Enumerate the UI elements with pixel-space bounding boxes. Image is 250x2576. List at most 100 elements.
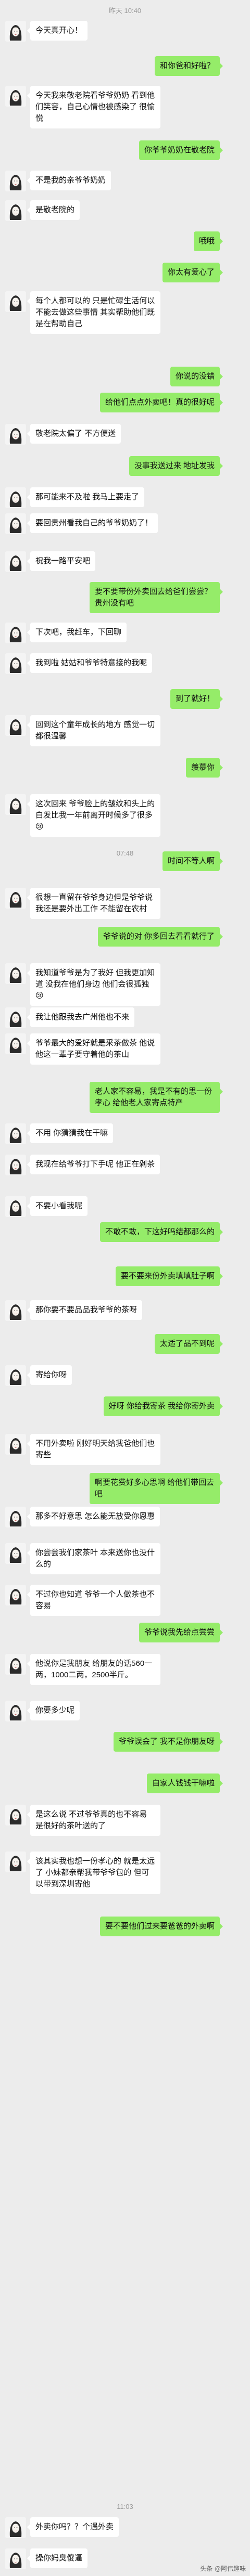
woman-sketch-icon [9,1304,22,1320]
incoming-message-bubble[interactable]: 我知道爷爷是为了我好 但我更加知道 没我在他们身边 他们会很孤独😢 [27,963,160,1006]
incoming-message-bubble[interactable]: 那多不好意思 怎么能无放受你恩惠 [27,1507,160,1526]
contact-avatar[interactable] [5,1155,26,1175]
outgoing-message-bubble[interactable]: 要不要来份外卖填填肚子啊 [115,1266,223,1286]
incoming-message-bubble[interactable]: 那可能来不及啦 我马上要走了 [27,487,145,507]
incoming-message-bubble[interactable]: 回到这个童年成长的地方 感觉一切都很温馨 [27,715,160,746]
incoming-message-bubble[interactable]: 不用外卖啦 刚好明天给我爸他们也寄些 [27,1434,160,1465]
incoming-message-bubble[interactable]: 我让他跟我去广州他也不来 [27,1007,135,1027]
outgoing-message-bubble[interactable]: 爷爷说我先给点尝尝 [139,1623,223,1642]
outgoing-message-bubble[interactable]: 你爷爷奶奶在敬老院 [139,140,223,160]
contact-avatar[interactable] [5,2548,26,2569]
contact-avatar[interactable] [5,86,26,107]
incoming-message-bubble[interactable]: 我现在给爷爷打下手呢 他正在剁茶 [27,1155,160,1174]
incoming-message-bubble[interactable]: 要回贵州看我自己的爷爷奶奶了！ [27,513,158,533]
contact-avatar[interactable] [5,2517,26,2538]
outgoing-message-bubble[interactable]: 你太有爱心了 [162,263,223,282]
outgoing-message-bubble[interactable]: 爷爷说的对 你多回去看看就行了 [97,927,223,947]
incoming-message-bubble[interactable]: 那你要不要品品我爷爷的茶呀 [27,1300,143,1320]
incoming-message-bubble[interactable]: 你要多少呢 [27,1701,80,1720]
contact-avatar[interactable] [5,1654,26,1675]
contact-avatar[interactable] [5,487,26,508]
outgoing-message-bubble[interactable]: 不敢不敢，下这好吗结都那么的 [99,1222,223,1242]
contact-avatar[interactable] [5,21,26,42]
incoming-message-bubble[interactable]: 下次吧，我赶车，下回聊 [27,623,127,642]
outgoing-message-bubble[interactable]: 爷爷误会了 我不是你朋友呀 [113,1732,223,1752]
incoming-message-bubble[interactable]: 操你妈臭傻逼 [27,2548,88,2568]
contact-avatar[interactable] [5,794,26,815]
outgoing-message-bubble[interactable]: 老人家不容易，我是不有的思一份孝心 给他老人家寄点特产 [90,1082,223,1113]
incoming-message-bubble[interactable]: 敬老院太偏了 不方便送 [27,424,121,444]
incoming-message-bubble[interactable]: 今天真开心！ [27,21,88,41]
woman-sketch-icon [9,1856,22,1871]
incoming-message-bubble[interactable]: 爷爷最大的爱好就是采茶做茶 他说他这一辈子要守着他的茶山 [27,1033,160,1065]
outgoing-message-bubble[interactable]: 好呀 你给我寄茶 我给你寄外卖 [103,1396,223,1416]
outgoing-message-bubble[interactable]: 到了就好！ [170,689,223,709]
outgoing-message-bubble[interactable]: 时间不等人啊 [162,851,223,871]
incoming-message-bubble[interactable]: 不过你也知道 爷爷一个人做茶也不容易 [27,1585,160,1616]
outgoing-message-bubble[interactable]: 没事我送过来 地址发我 [129,456,223,476]
woman-sketch-icon [9,1128,22,1143]
incoming-message-bubble[interactable]: 不用 你猜猜我在干嘛 [27,1123,114,1143]
contact-avatar[interactable] [5,171,26,191]
incoming-message-bubble[interactable]: 每个人都可以的 只是忙碌生活何以不能去做这些事情 其实帮助他们既是在帮助自己 [27,291,160,334]
incoming-message-bubble[interactable]: 今天我来敬老院看爷爷奶奶 看到他们笑容，自己心情也被感染了 很愉悦 [27,86,160,128]
contact-avatar[interactable] [5,1805,26,1826]
woman-sketch-icon [9,517,22,533]
incoming-message-bubble[interactable]: 寄给你呀 [27,1365,72,1385]
contact-avatar[interactable] [5,1365,26,1386]
contact-avatar[interactable] [5,623,26,643]
outgoing-message-bubble[interactable]: 自家人钱钱干嘛啦 [146,1774,223,1793]
contact-avatar[interactable] [5,291,26,312]
contact-avatar[interactable] [5,551,26,572]
contact-avatar[interactable] [5,1543,26,1564]
outgoing-message-bubble[interactable]: 哦哦 [193,231,223,251]
outgoing-message-bubble[interactable]: 要不要带份外卖回去给爸们尝尝？ 贵州没有吧 [90,582,223,613]
contact-avatar[interactable] [5,200,26,221]
incoming-message-bubble[interactable]: 不是我的亲爷爷奶奶 [27,171,111,190]
contact-avatar[interactable] [5,1300,26,1321]
woman-sketch-icon [9,2521,22,2537]
contact-avatar[interactable] [5,1033,26,1054]
incoming-message-bubble[interactable]: 他说你是我朋友 给朋友的话560一两，1000二两，2500半斤。 [27,1654,160,1685]
woman-sketch-icon [9,1658,22,1674]
incoming-message-bubble[interactable]: 很想一直留在爷爷身边但是爷爷说我还是要外出工作 不能留在农村 [27,888,160,919]
woman-sketch-icon [9,204,22,220]
outgoing-message-bubble[interactable]: 羡慕你 [185,758,223,778]
woman-sketch-icon [9,90,22,106]
woman-sketch-icon [9,719,22,735]
outgoing-message-bubble[interactable]: 给他们点点外卖吧！真的很好呢 [99,393,223,412]
outgoing-message-bubble[interactable]: 啊要花费好多心思啊 给他们带回去吧 [90,1473,223,1504]
woman-sketch-icon [9,1038,22,1053]
woman-sketch-icon [9,491,22,507]
contact-avatar[interactable] [5,653,26,674]
contact-avatar[interactable] [5,1434,26,1455]
incoming-message-bubble[interactable]: 这次回来 爷爷脸上的皱纹和头上的白发比我一年前离开时候多了很多😢 [27,794,160,837]
incoming-message-bubble[interactable]: 不要小看我呢 [27,1196,88,1216]
contact-avatar[interactable] [5,888,26,909]
incoming-message-bubble[interactable]: 外卖你吗？？个遇外卖 [27,2517,119,2537]
outgoing-message-bubble[interactable]: 要不要他们过来要爸爸的外卖啊 [99,1917,223,1936]
contact-avatar[interactable] [5,1007,26,1028]
contact-avatar[interactable] [5,1196,26,1217]
contact-avatar[interactable] [5,1123,26,1144]
outgoing-message-bubble[interactable]: 太适了品不到呢 [154,1334,223,1354]
contact-avatar[interactable] [5,1507,26,1528]
contact-avatar[interactable] [5,1852,26,1872]
incoming-message-bubble[interactable]: 你尝尝我们家茶叶 本来送你也没什么的 [27,1543,160,1574]
timestamp: 11:03 [117,2503,133,2510]
incoming-message-bubble[interactable]: 我到啦 姑姑和爷爷特意接的我呢 [27,653,153,673]
contact-avatar[interactable] [5,1585,26,1606]
contact-avatar[interactable] [5,424,26,445]
incoming-message-bubble[interactable]: 是敬老院的 [27,200,80,220]
incoming-message-bubble[interactable]: 祝我一路平安吧 [27,551,96,571]
outgoing-message-bubble[interactable]: 和你爸和好啦？ [154,56,223,76]
contact-avatar[interactable] [5,963,26,984]
contact-avatar[interactable] [5,715,26,736]
woman-sketch-icon [9,1809,22,1824]
incoming-message-bubble[interactable]: 该其实我也想一份孝心的 就是太远了 小妹都亲帮我带爷爷包的 但可以带到深圳寄他 [27,1852,160,1894]
woman-sketch-icon [9,1369,22,1385]
contact-avatar[interactable] [5,513,26,534]
incoming-message-bubble[interactable]: 是这么说 不过爷爷真的也不容易 是很好的茶叶送的了 [27,1805,160,1836]
contact-avatar[interactable] [5,1701,26,1721]
outgoing-message-bubble[interactable]: 你说的没错 [170,367,223,386]
